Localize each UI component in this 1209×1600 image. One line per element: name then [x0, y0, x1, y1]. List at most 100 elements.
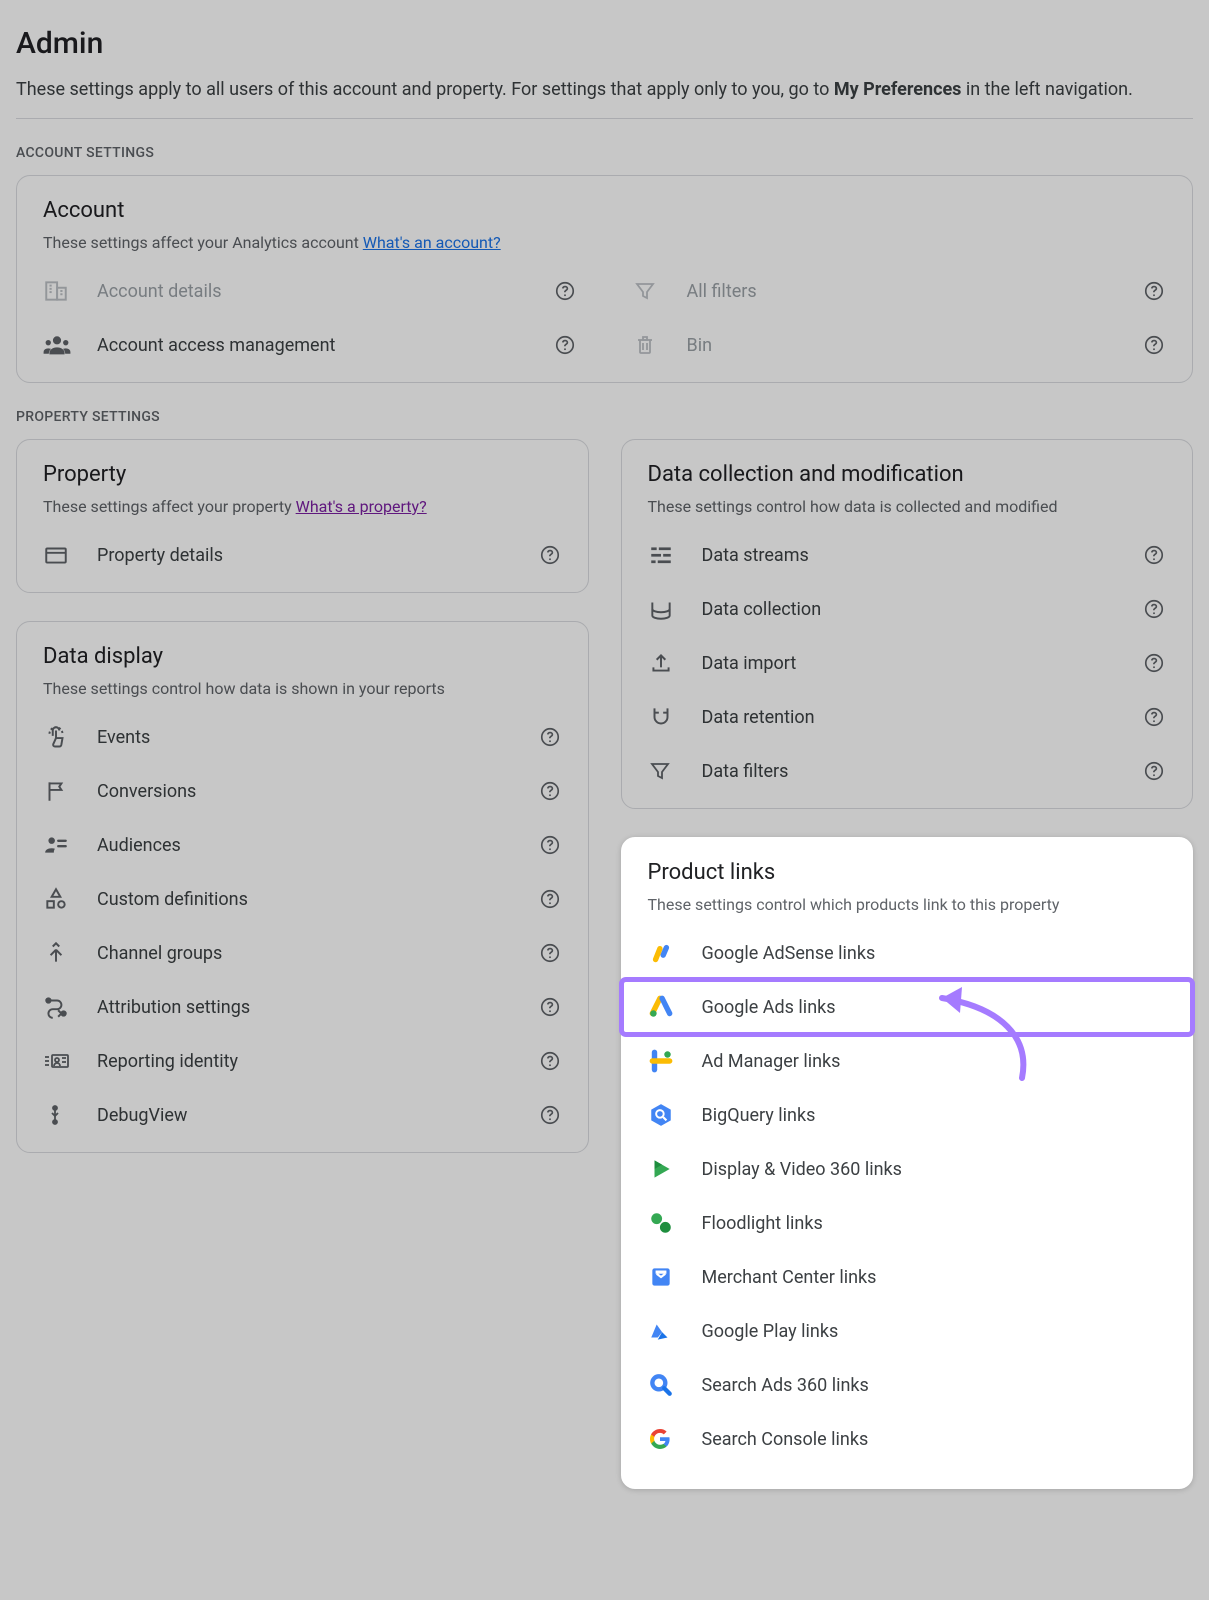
- ad-manager-links-label: Ad Manager links: [702, 1051, 1167, 1072]
- account-card-title: Account: [43, 198, 1166, 223]
- help-icon[interactable]: [538, 1103, 562, 1127]
- data-import-label: Data import: [702, 653, 1143, 674]
- account-card-desc-text: These settings affect your Analytics acc…: [43, 233, 363, 252]
- channel-groups-row[interactable]: Channel groups: [43, 926, 562, 980]
- conversions-row[interactable]: Conversions: [43, 764, 562, 818]
- help-icon[interactable]: [1142, 597, 1166, 621]
- attribution-settings-row[interactable]: Attribution settings: [43, 980, 562, 1034]
- subtitle-pre: These settings apply to all users of thi…: [16, 79, 834, 100]
- audiences-label: Audiences: [97, 835, 538, 856]
- conversions-label: Conversions: [97, 781, 538, 802]
- help-icon[interactable]: [538, 543, 562, 567]
- debugview-label: DebugView: [97, 1105, 538, 1126]
- path-icon: [43, 994, 97, 1020]
- property-settings-label: PROPERTY SETTINGS: [16, 409, 1193, 425]
- google-ads-links-label: Google Ads links: [702, 997, 1167, 1018]
- help-icon[interactable]: [538, 779, 562, 803]
- all-filters-label: All filters: [687, 281, 1143, 302]
- data-retention-label: Data retention: [702, 707, 1143, 728]
- google-ads-icon: [648, 994, 702, 1020]
- google-play-links-row[interactable]: Google Play links: [648, 1304, 1167, 1358]
- reporting-identity-row[interactable]: Reporting identity: [43, 1034, 562, 1088]
- adsense-icon: [648, 940, 702, 966]
- ad-manager-links-row[interactable]: Ad Manager links: [648, 1034, 1167, 1088]
- whats-an-account-link[interactable]: What's an account?: [363, 233, 501, 252]
- data-collection-title: Data collection and modification: [648, 462, 1167, 487]
- streams-icon: [648, 542, 702, 568]
- custom-definitions-row[interactable]: Custom definitions: [43, 872, 562, 926]
- data-display-desc: These settings control how data is shown…: [43, 679, 562, 698]
- debug-icon: [43, 1102, 97, 1128]
- search-ads-360-links-label: Search Ads 360 links: [702, 1375, 1167, 1396]
- events-row[interactable]: Events: [43, 710, 562, 764]
- data-retention-row[interactable]: Data retention: [648, 690, 1167, 744]
- people-icon: [43, 331, 97, 359]
- account-access-row[interactable]: Account access management: [43, 318, 577, 372]
- help-icon[interactable]: [1142, 279, 1166, 303]
- trash-icon: [633, 333, 687, 357]
- floodlight-links-row[interactable]: Floodlight links: [648, 1196, 1167, 1250]
- ad-manager-icon: [648, 1048, 702, 1074]
- property-card-desc: These settings affect your property What…: [43, 497, 562, 516]
- data-filters-row[interactable]: Data filters: [648, 744, 1167, 798]
- adsense-links-row[interactable]: Google AdSense links: [648, 926, 1167, 980]
- events-label: Events: [97, 727, 538, 748]
- database-icon: [648, 596, 702, 622]
- search-ads-icon: [648, 1372, 702, 1398]
- channel-groups-label: Channel groups: [97, 943, 538, 964]
- help-icon[interactable]: [553, 333, 577, 357]
- data-streams-row[interactable]: Data streams: [648, 528, 1167, 582]
- google-g-icon: [648, 1427, 702, 1451]
- bigquery-links-row[interactable]: BigQuery links: [648, 1088, 1167, 1142]
- data-collection-desc: These settings control how data is colle…: [648, 497, 1167, 516]
- data-display-title: Data display: [43, 644, 562, 669]
- help-icon[interactable]: [1142, 705, 1166, 729]
- reporting-identity-label: Reporting identity: [97, 1051, 538, 1072]
- bin-row: Bin: [633, 318, 1167, 372]
- flag-icon: [43, 778, 97, 804]
- filter-icon: [633, 279, 687, 303]
- account-card-desc: These settings affect your Analytics acc…: [43, 233, 1166, 252]
- bigquery-links-label: BigQuery links: [702, 1105, 1167, 1126]
- data-display-card: Data display These settings control how …: [16, 621, 589, 1153]
- dv360-links-row[interactable]: Display & Video 360 links: [648, 1142, 1167, 1196]
- card-icon: [43, 542, 97, 568]
- property-details-label: Property details: [97, 545, 538, 566]
- floodlight-links-label: Floodlight links: [702, 1213, 1167, 1234]
- merchant-center-icon: [648, 1264, 702, 1290]
- audiences-row[interactable]: Audiences: [43, 818, 562, 872]
- search-console-links-row[interactable]: Search Console links: [648, 1412, 1167, 1466]
- help-icon[interactable]: [553, 279, 577, 303]
- google-ads-links-row[interactable]: Google Ads links: [622, 980, 1193, 1034]
- floodlight-icon: [648, 1210, 702, 1236]
- account-card: Account These settings affect your Analy…: [16, 175, 1193, 383]
- help-icon[interactable]: [538, 887, 562, 911]
- data-collection-label: Data collection: [702, 599, 1143, 620]
- property-details-row[interactable]: Property details: [43, 528, 562, 582]
- account-details-row: Account details: [43, 264, 577, 318]
- subtitle-post: in the left navigation.: [961, 79, 1132, 100]
- whats-a-property-link[interactable]: What's a property?: [296, 497, 427, 516]
- property-card-desc-text: These settings affect your property: [43, 497, 296, 516]
- property-card-title: Property: [43, 462, 562, 487]
- help-icon[interactable]: [538, 995, 562, 1019]
- help-icon[interactable]: [1142, 333, 1166, 357]
- help-icon[interactable]: [538, 725, 562, 749]
- product-links-desc: These settings control which products li…: [648, 895, 1167, 914]
- filter-icon: [648, 759, 702, 783]
- help-icon[interactable]: [1142, 759, 1166, 783]
- product-links-title: Product links: [648, 860, 1167, 885]
- search-ads-360-links-row[interactable]: Search Ads 360 links: [648, 1358, 1167, 1412]
- subtitle-bold: My Preferences: [834, 79, 962, 100]
- help-icon[interactable]: [538, 1049, 562, 1073]
- search-console-links-label: Search Console links: [702, 1429, 1167, 1450]
- merchant-center-links-row[interactable]: Merchant Center links: [648, 1250, 1167, 1304]
- all-filters-row: All filters: [633, 264, 1167, 318]
- data-collection-row[interactable]: Data collection: [648, 582, 1167, 636]
- data-import-row[interactable]: Data import: [648, 636, 1167, 690]
- help-icon[interactable]: [538, 941, 562, 965]
- debugview-row[interactable]: DebugView: [43, 1088, 562, 1142]
- help-icon[interactable]: [538, 833, 562, 857]
- help-icon[interactable]: [1142, 543, 1166, 567]
- help-icon[interactable]: [1142, 651, 1166, 675]
